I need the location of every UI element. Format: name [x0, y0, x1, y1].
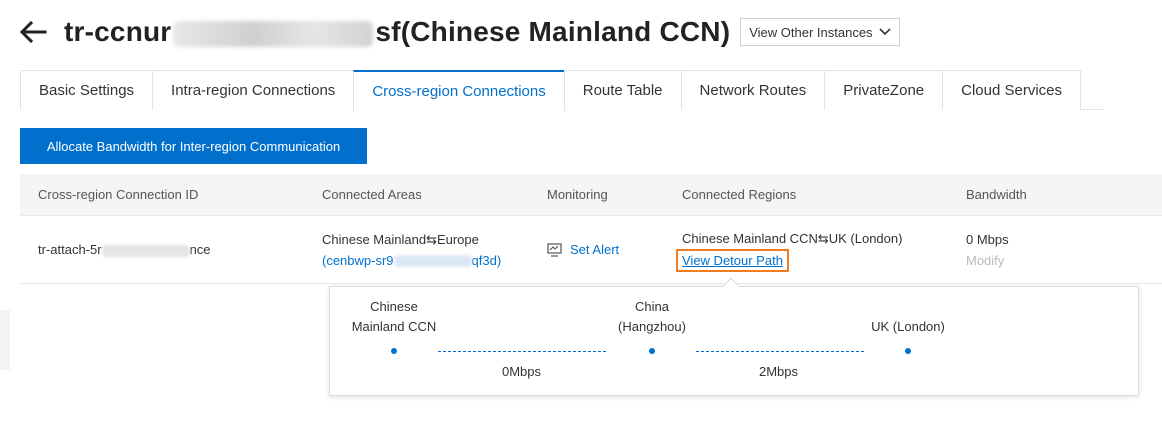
- path-node-label: UK (London): [854, 317, 962, 337]
- column-header-monitoring: Monitoring: [547, 187, 608, 202]
- connection-id: tr-attach-5r nce: [38, 242, 211, 257]
- title-prefix: tr-ccnur: [64, 16, 172, 47]
- bandwidth-cell: 0 Mbps Modify: [966, 229, 1009, 271]
- back-arrow-icon[interactable]: [18, 17, 48, 47]
- path-node-line2: (Hangzhou): [618, 319, 686, 334]
- column-header-areas: Connected Areas: [322, 187, 422, 202]
- redacted-text: [173, 20, 374, 47]
- monitor-icon: [547, 242, 562, 257]
- table-row: tr-attach-5r nce Chinese Mainland⇆Europe …: [20, 216, 1162, 284]
- view-detour-path-link[interactable]: View Detour Path: [676, 248, 789, 272]
- tab-privatezone[interactable]: PrivateZone: [824, 70, 944, 110]
- path-node-line2: Mainland CCN: [351, 319, 437, 334]
- tab-network-routes[interactable]: Network Routes: [680, 70, 826, 110]
- path-link-line: [438, 351, 606, 352]
- bandwidth-value: 0 Mbps: [966, 231, 1009, 247]
- tab-cross-region-connections[interactable]: Cross-region Connections: [353, 70, 565, 111]
- page-title: tr-ccnur sf(Chinese Mainland CCN): [64, 16, 730, 48]
- path-node-dot: [905, 348, 911, 354]
- cross-region-connections-table: Cross-region Connection ID Connected Are…: [20, 174, 1162, 284]
- tab-bar: Basic Settings Intra-region Connections …: [20, 70, 1104, 111]
- connection-id-suffix: nce: [189, 242, 211, 257]
- link-bandwidth-label: 0Mbps: [502, 364, 542, 379]
- tab-route-table[interactable]: Route Table: [563, 70, 682, 110]
- modify-bandwidth-link[interactable]: Modify: [966, 250, 1009, 271]
- path-node-dot: [391, 348, 397, 354]
- column-header-id: Cross-region Connection ID: [38, 187, 199, 202]
- side-panel-handle[interactable]: [0, 310, 10, 370]
- connected-areas-text: Chinese Mainland⇆Europe: [322, 231, 479, 247]
- connected-areas-cell: Chinese Mainland⇆Europe (cenbwp-sr9 qf3d): [322, 229, 501, 271]
- bandwidth-package-id-suffix: qf3d): [471, 252, 502, 268]
- connected-regions-cell: Chinese Mainland CCN⇆UK (London) View De…: [676, 228, 903, 272]
- set-alert-link[interactable]: Set Alert: [547, 242, 619, 257]
- tab-intra-region-connections[interactable]: Intra-region Connections: [152, 70, 355, 110]
- path-node-dot: [649, 348, 655, 354]
- path-node-label: Chinese Mainland CCN: [340, 297, 448, 337]
- detour-path-popover: Chinese Mainland CCN 0Mbps China (Hangzh…: [329, 277, 1139, 396]
- view-other-instances-dropdown[interactable]: View Other Instances: [740, 18, 900, 46]
- path-node-line1: Chinese: [370, 299, 418, 314]
- connection-id-prefix: tr-attach-5r: [38, 242, 102, 257]
- bandwidth-package-id-prefix: (cenbwp-sr9: [322, 252, 394, 268]
- view-other-instances-label: View Other Instances: [749, 24, 873, 40]
- column-header-regions: Connected Regions: [682, 187, 797, 202]
- allocate-bandwidth-button[interactable]: Allocate Bandwidth for Inter-region Comm…: [20, 128, 367, 164]
- title-suffix: sf(Chinese Mainland CCN): [375, 16, 731, 47]
- path-node-label: China (Hangzhou): [598, 297, 706, 337]
- redacted-text: [101, 244, 190, 257]
- path-node-line1: China: [635, 299, 669, 314]
- tab-cloud-services[interactable]: Cloud Services: [942, 70, 1082, 110]
- link-bandwidth-label: 2Mbps: [759, 364, 799, 379]
- redacted-text: [393, 255, 472, 268]
- path-link-line: [696, 351, 864, 352]
- page-header: tr-ccnur sf(Chinese Mainland CCN) View Ot…: [18, 10, 900, 54]
- set-alert-label: Set Alert: [570, 242, 620, 257]
- column-header-bandwidth: Bandwidth: [966, 187, 1027, 202]
- tab-basic-settings[interactable]: Basic Settings: [20, 70, 154, 110]
- path-node-line1: UK (London): [871, 319, 945, 334]
- chevron-down-icon: [878, 28, 891, 36]
- view-detour-path-label: View Detour Path: [682, 252, 783, 268]
- bandwidth-package-link[interactable]: (cenbwp-sr9 qf3d): [322, 250, 501, 271]
- connected-regions-text: Chinese Mainland CCN⇆UK (London): [682, 230, 903, 246]
- table-header: Cross-region Connection ID Connected Are…: [20, 174, 1162, 216]
